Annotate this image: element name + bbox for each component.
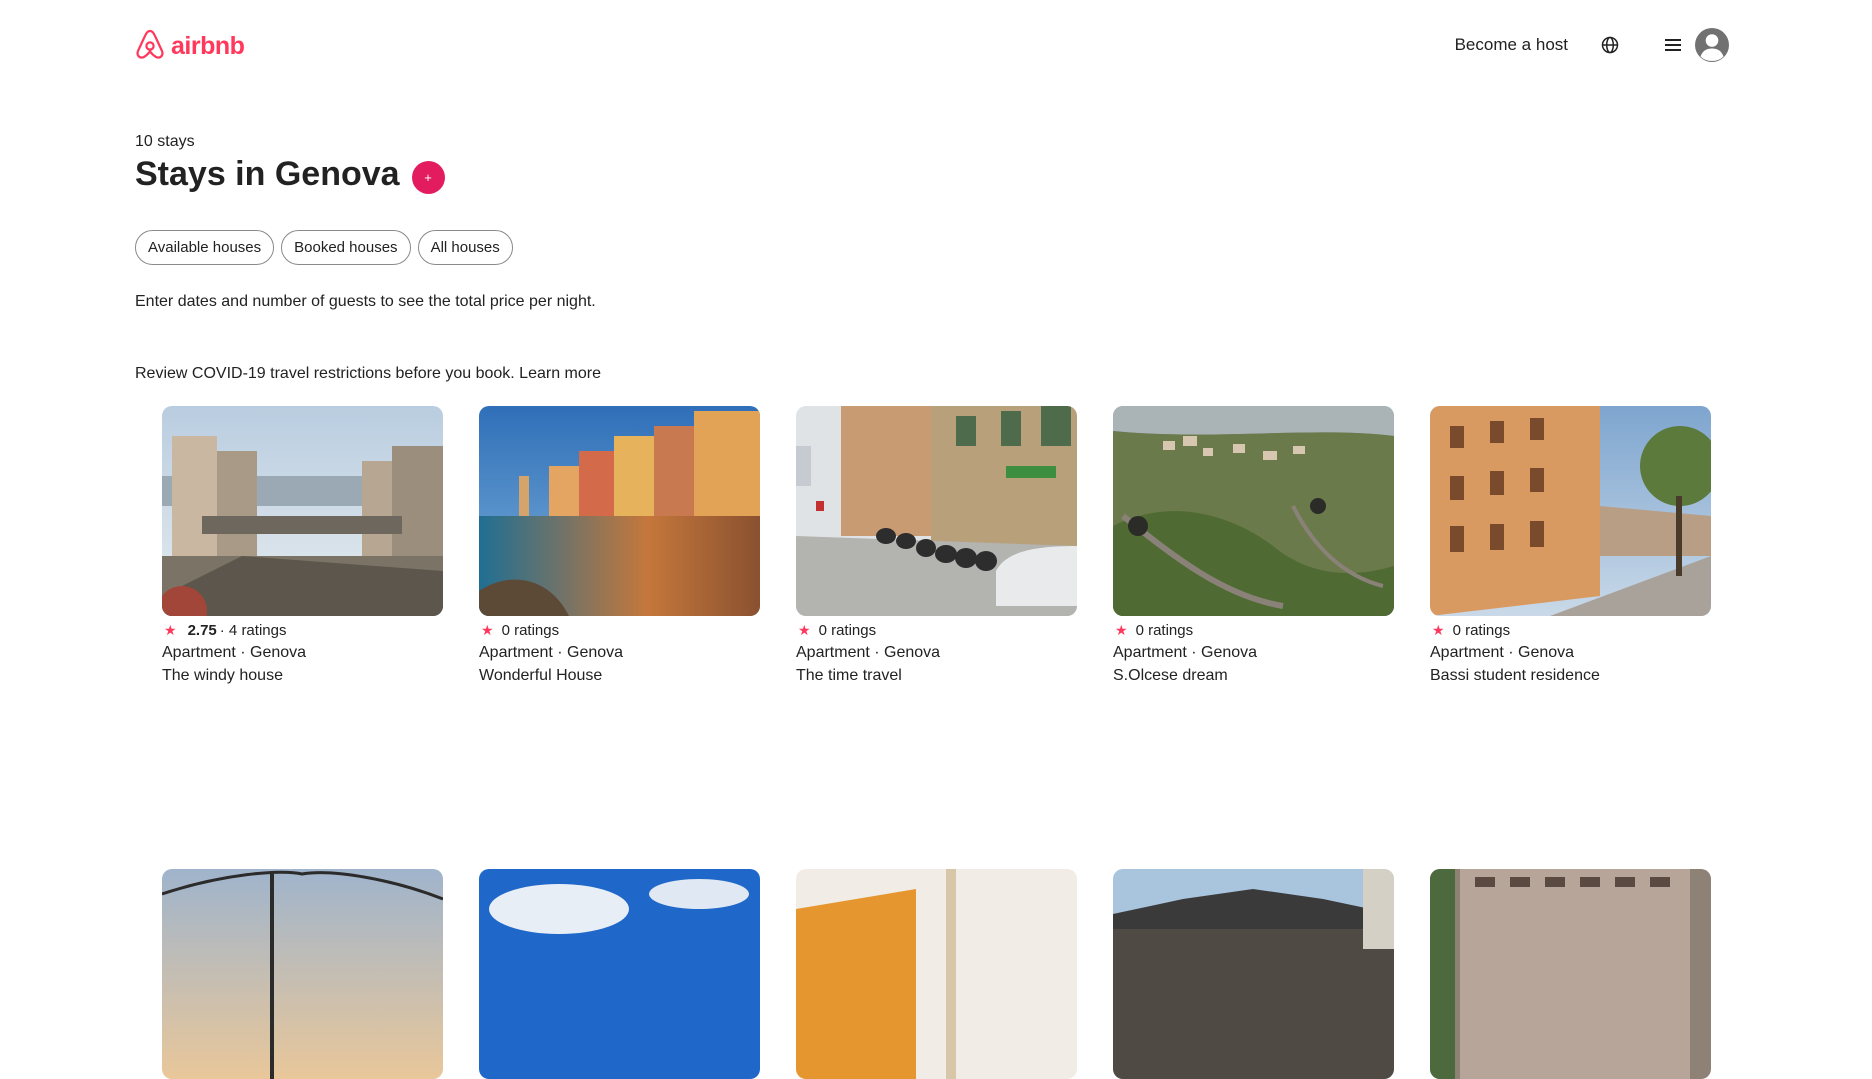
star-icon: ★ [164,621,177,638]
logo-text: airbnb [171,32,245,60]
listing-card[interactable] [479,869,760,1079]
listing-photo[interactable] [796,406,1077,616]
listing-photo[interactable] [796,869,1077,1079]
listing-photo[interactable] [162,869,443,1079]
star-icon: ★ [798,621,811,638]
filter-booked-houses[interactable]: Booked houses [281,230,411,265]
listing-photo[interactable] [479,869,760,1079]
add-house-button[interactable]: + [411,161,445,194]
star-icon: ★ [481,621,494,638]
stays-count: 10 stays [135,133,195,150]
filter-available-houses[interactable]: Available houses [135,230,275,265]
listing-card[interactable]: ★ 0 ratings Apartment · Genova Bassi stu… [1430,406,1711,685]
listing-photo[interactable] [1430,869,1711,1079]
listing-type: Apartment · Genova [1430,644,1575,661]
listing-photo[interactable] [1113,406,1394,616]
rating-count: 0 ratings [1135,621,1194,639]
learn-more-link[interactable]: Learn more [519,365,601,382]
listing-type: Apartment · Genova [479,644,624,661]
listing-card[interactable] [1430,869,1711,1079]
listing-photo[interactable] [479,406,760,616]
listing-type: Apartment · Genova [796,644,941,661]
page-title: Stays in Genova [135,155,400,193]
listing-photo[interactable] [1113,869,1394,1079]
rating-count: 0 ratings [501,621,560,639]
star-icon: ★ [1432,621,1445,638]
filter-all-houses[interactable]: All houses [417,230,513,265]
star-icon: ★ [1115,621,1128,638]
rating-count: 0 ratings [1452,621,1511,639]
rating-count: · 4 ratings [219,621,287,639]
covid-notice: Review COVID-19 travel restrictions befo… [135,365,601,383]
listing-card[interactable]: ★ 0 ratings Apartment · Genova S.Olcese … [1113,406,1394,685]
listing-photo[interactable] [1430,406,1711,616]
listing-name[interactable]: Bassi student residence [1430,667,1711,685]
rating-row: ★ 2.75 · 4 ratings [162,620,443,640]
listing-name[interactable]: Wonderful House [479,667,760,685]
covid-text: Review COVID-19 travel restrictions befo… [135,365,515,382]
globe-icon[interactable] [1598,33,1622,57]
price-hint: Enter dates and number of guests to see … [135,293,596,310]
listing-card[interactable]: ★ 0 ratings Apartment · Genova The time … [796,406,1077,685]
rating-row: ★ 0 ratings [796,620,1077,640]
airbnb-logo[interactable]: airbnb [135,28,245,65]
hamburger-menu-icon[interactable] [1662,34,1684,56]
rating-score: 2.75 [187,621,217,639]
listing-name[interactable]: The time travel [796,667,1077,685]
rating-row: ★ 0 ratings [1113,620,1394,640]
filter-chips: Available houses Booked houses All house… [135,230,513,265]
become-host-link[interactable]: Become a host [1443,27,1580,63]
listing-photo[interactable] [162,406,443,616]
listing-name[interactable]: The windy house [162,667,443,685]
airbnb-logo-icon [135,28,165,65]
listing-card[interactable]: ★ 2.75 · 4 ratings Apartment · Genova Th… [162,406,443,685]
listing-card[interactable] [1113,869,1394,1079]
user-avatar-icon[interactable] [1694,27,1730,63]
rating-row: ★ 0 ratings [479,620,760,640]
title-row: Stays in Genova + [135,155,445,194]
listing-type: Apartment · Genova [162,644,307,661]
top-navbar: airbnb Become a host [0,0,1872,90]
rating-count: 0 ratings [818,621,877,639]
listing-card[interactable] [162,869,443,1079]
rating-row: ★ 0 ratings [1430,620,1711,640]
header-actions: Become a host [1443,27,1730,63]
listing-type: Apartment · Genova [1113,644,1258,661]
listing-name[interactable]: S.Olcese dream [1113,667,1394,685]
listing-card[interactable]: ★ 0 ratings Apartment · Genova Wonderful… [479,406,760,685]
listing-card[interactable] [796,869,1077,1079]
